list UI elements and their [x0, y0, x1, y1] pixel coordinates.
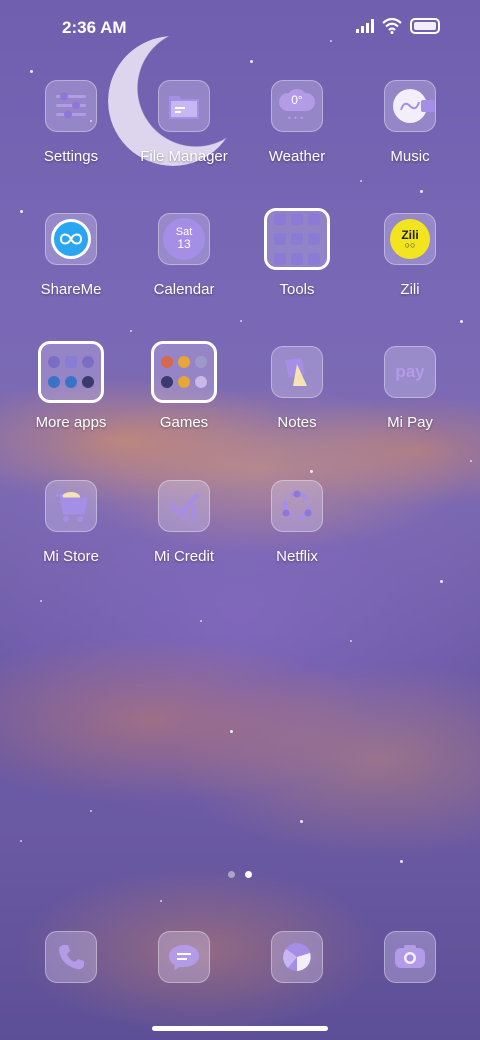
dock-messages[interactable]: [129, 931, 239, 983]
app-label: Zili: [400, 281, 420, 298]
status-time: 2:36 AM: [62, 18, 127, 37]
shopping-cart-icon: [45, 480, 97, 532]
shareme-icon: [45, 213, 97, 265]
page-dot[interactable]: [228, 871, 235, 878]
wifi-icon: [382, 18, 402, 34]
folder-tools[interactable]: Tools: [242, 208, 352, 298]
app-label: Tools: [279, 281, 315, 298]
battery-icon: [410, 18, 440, 34]
page-indicator: [0, 871, 480, 878]
app-file-manager[interactable]: File Manager: [129, 80, 239, 165]
system-icons: [356, 18, 440, 34]
zili-logo-text: Zili: [401, 227, 419, 242]
app-label: Settings: [43, 148, 99, 165]
calendar-day: 13: [177, 237, 191, 252]
app-label: Mi Pay: [387, 414, 433, 431]
folder-more-apps[interactable]: More apps: [16, 341, 126, 431]
more-apps-folder-icon: [38, 341, 104, 403]
netflix-icon: [271, 480, 323, 532]
app-label: Games: [159, 414, 209, 431]
tools-folder-icon: [264, 208, 330, 270]
app-label: Mi Store: [43, 548, 99, 565]
app-label: ShareMe: [40, 281, 102, 298]
phone-icon: [45, 931, 97, 983]
mi-credit-icon: [158, 480, 210, 532]
folder-icon: [158, 80, 210, 132]
music-icon: [384, 80, 436, 132]
app-mi-credit[interactable]: Mi Credit: [129, 480, 239, 565]
games-folder-icon: [151, 341, 217, 403]
weather-icon: 0° •••: [271, 80, 323, 132]
app-notes[interactable]: Notes: [242, 346, 352, 431]
zili-icon: Zili ○○: [384, 213, 436, 265]
mi-pay-logo-text: pay: [395, 362, 425, 381]
app-mi-store[interactable]: Mi Store: [16, 480, 126, 565]
app-label: Notes: [277, 414, 317, 431]
messages-icon: [158, 931, 210, 983]
app-label: Calendar: [153, 281, 215, 298]
app-shareme[interactable]: ShareMe: [16, 213, 126, 298]
dock-phone[interactable]: [16, 931, 126, 983]
app-settings[interactable]: Settings: [16, 80, 126, 165]
app-calendar[interactable]: Sat 13 Calendar: [129, 213, 239, 298]
app-label: Netflix: [276, 548, 318, 565]
app-netflix[interactable]: Netflix: [242, 480, 352, 565]
app-weather[interactable]: 0° ••• Weather: [242, 80, 352, 165]
app-zili[interactable]: Zili ○○ Zili: [355, 213, 465, 298]
notes-icon: [271, 346, 323, 398]
app-music[interactable]: Music: [355, 80, 465, 165]
mi-pay-icon: pay: [384, 346, 436, 398]
app-label: File Manager: [140, 148, 228, 165]
browser-icon: [271, 931, 323, 983]
settings-icon: [45, 80, 97, 132]
app-label: Weather: [268, 148, 326, 165]
status-bar: 2:36 AM: [0, 0, 480, 56]
home-indicator-bar[interactable]: [152, 1026, 328, 1031]
app-label: Music: [390, 148, 430, 165]
cellular-signal-icon: [356, 19, 374, 33]
dock-camera[interactable]: [355, 931, 465, 983]
weather-temperature: 0°: [291, 93, 303, 107]
calendar-icon: Sat 13: [158, 213, 210, 265]
app-label: Mi Credit: [153, 548, 214, 565]
dock-browser[interactable]: [242, 931, 352, 983]
app-label: More apps: [35, 414, 107, 431]
camera-icon: [384, 931, 436, 983]
folder-games[interactable]: Games: [129, 341, 239, 431]
app-mi-pay[interactable]: pay Mi Pay: [355, 346, 465, 431]
page-dot-active[interactable]: [245, 871, 252, 878]
